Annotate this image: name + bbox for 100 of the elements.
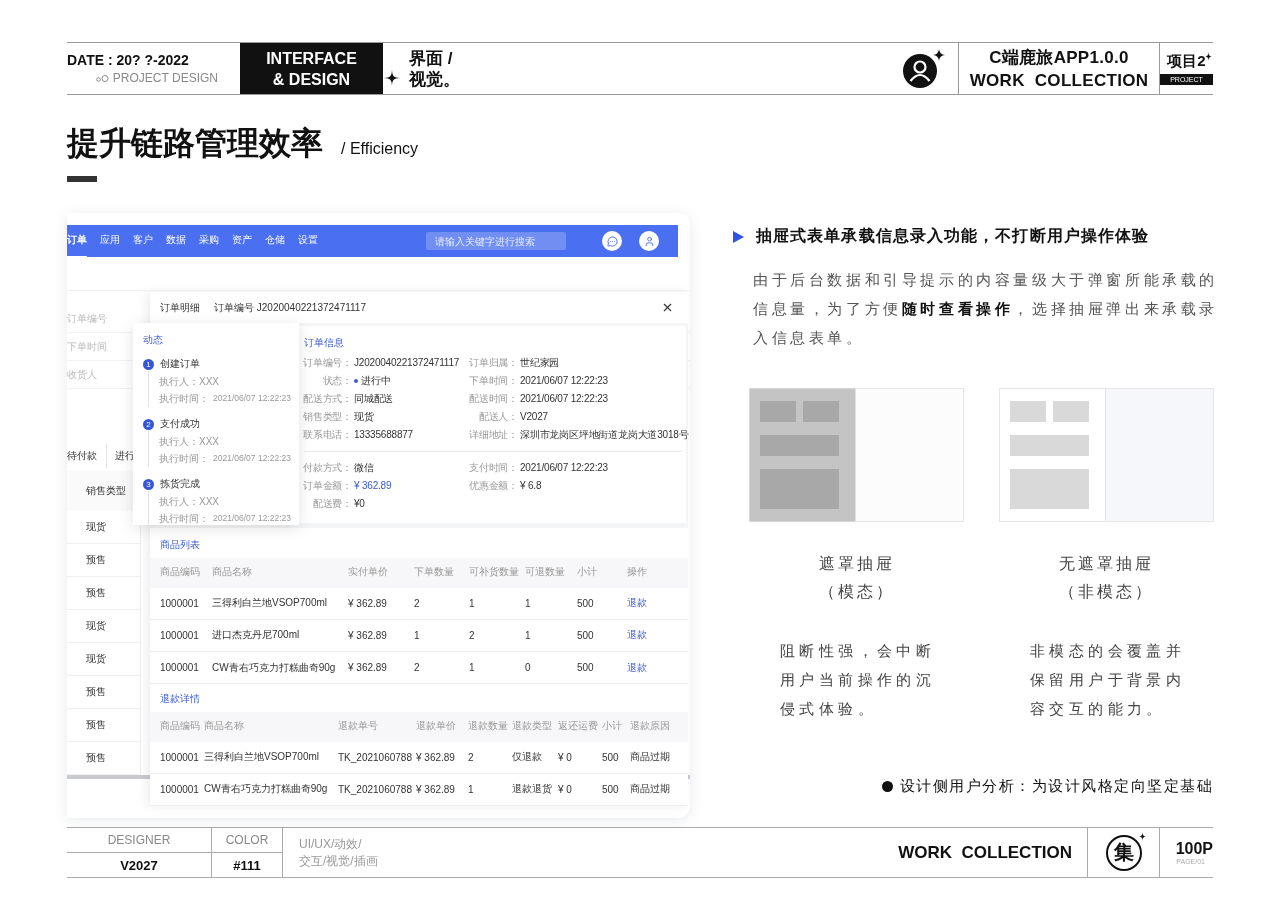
triangle-icon [733, 230, 744, 243]
status-value: 进行中 [354, 372, 466, 391]
option-note: （非模态） [1058, 582, 1155, 602]
tagline-text: 设计侧用户分析：为设计风格定向坚定基础 [899, 777, 1213, 796]
column-header: 商品编码 [160, 719, 201, 734]
option-description: 阻断性强，会中断用户当前操作的沉侵式体验。 [780, 641, 937, 719]
collection-text: WORK COLLECTION [969, 69, 1149, 92]
option-description: 非模态的会覆盖并保留用户于背景内容交互的能力。 [1030, 641, 1187, 719]
time-value: 2021/06/07 12:22:23 [213, 392, 291, 405]
table-cell-text: ¥ 0 [558, 783, 573, 795]
option-title: 遮罩抽屉 [817, 554, 896, 574]
refund-link[interactable]: 退款 [627, 596, 688, 611]
date-text: DATE : 20? ?-2022 [67, 52, 190, 68]
field-label: 配送时间： [468, 392, 518, 407]
page-title: 提升链路管理效率 [67, 124, 323, 163]
table-cell-text: CW青右巧克力打糕曲奇90g [204, 782, 329, 797]
page-count: 100P [1175, 840, 1213, 858]
table-cell: 现货 [67, 610, 141, 643]
column-header: 退款单价 [416, 719, 457, 734]
field-value: 深圳市龙岗区坪地街道龙岗大道3018号 [520, 428, 689, 443]
amount-value: ¥ 362.89 [354, 479, 393, 494]
field-value: ¥0 [354, 497, 366, 512]
field-label: 订单编号： [302, 356, 352, 371]
table-cell-text: 500 [602, 751, 620, 763]
table-cell-text: 仅退款 [512, 750, 543, 765]
collection-text: WORK COLLECTION [898, 842, 1072, 863]
column-header: 退款原因 [630, 719, 671, 734]
table-cell-text: 1000001 [160, 662, 200, 674]
nav-tab[interactable]: 应用 [100, 224, 120, 258]
accent-bar [67, 176, 97, 182]
executor-text: 执行人：XXX [159, 375, 219, 389]
field-value: V2027 [520, 410, 549, 425]
category-text: 界面 / [409, 47, 454, 69]
refund-link[interactable]: 退款 [627, 660, 688, 675]
filter-label: 收货人 [67, 367, 97, 382]
field-value: J2020040221372471117 [354, 356, 461, 371]
table-cell-text: 1 [469, 597, 476, 609]
column-header: 小计 [602, 719, 623, 734]
category-text: 视觉。 [409, 68, 460, 90]
table-cell-text: 500 [577, 662, 595, 674]
chat-button[interactable] [602, 231, 622, 251]
nav-tab[interactable]: 订单 [67, 224, 87, 258]
table-cell-text: 1000001 [160, 629, 200, 641]
column-header: 小计 [577, 565, 598, 580]
badge-text: INTERFACE [266, 48, 357, 69]
time-label: 执行时间： [159, 512, 209, 526]
column-header: 实付单价 [348, 565, 389, 580]
table-cell-text: ¥ 362.89 [348, 597, 388, 609]
step-number: 1 [143, 358, 154, 370]
page-subtitle: / Efficiency [341, 140, 419, 158]
avatar-icon [902, 48, 946, 89]
table-cell-text: 1 [414, 629, 421, 641]
badge-text: & DESIGN [272, 69, 351, 90]
option-title: 无遮罩抽屉 [1058, 554, 1155, 574]
step-name: 拣货完成 [160, 477, 200, 491]
field-value: 微信 [354, 461, 375, 476]
user-button[interactable] [639, 231, 659, 251]
drawer-title: 订单明细 [160, 300, 200, 315]
column-header: 商品名称 [204, 719, 245, 734]
nav-tab[interactable]: 客户 [133, 224, 153, 258]
table-cell-text: ¥ 362.89 [416, 783, 456, 795]
user-icon [643, 235, 655, 247]
time-value: 2021/06/07 12:22:23 [213, 512, 291, 525]
time-label: 执行时间： [159, 392, 209, 406]
status-tab[interactable]: 待付款 [67, 444, 107, 468]
field-label: 付款方式： [302, 461, 352, 476]
field-label: 订单金额： [302, 479, 352, 494]
table-cell-text: TK_2021060788 [338, 751, 413, 763]
table-cell: 现货 [67, 643, 141, 676]
field-label: 联系电话： [302, 428, 352, 443]
skill-tags: 交互/视觉/插画 [299, 853, 378, 870]
field-value: 2021/06/07 12:22:23 [520, 392, 609, 407]
field-label: 支付时间： [468, 461, 518, 476]
step-name: 支付成功 [160, 417, 200, 431]
nav-tab[interactable]: 资产 [232, 224, 252, 258]
table-cell-text: 2 [468, 751, 475, 763]
table-cell-text: 1 [525, 629, 532, 641]
nav-tab[interactable]: 设置 [298, 224, 318, 258]
column-header: 可补货数量 [469, 565, 520, 580]
table-cell-text: 0 [525, 662, 532, 674]
star-icon [384, 70, 400, 86]
table-cell-text: 500 [577, 597, 595, 609]
nav-tab[interactable]: 仓储 [265, 224, 285, 258]
section-title: 订单信息 [304, 336, 344, 351]
table-cell-text: 2 [414, 597, 421, 609]
table-cell-text: 商品过期 [630, 782, 671, 797]
refund-link[interactable]: 退款 [627, 628, 688, 643]
section-title: 退款详情 [160, 692, 200, 707]
column-header: 返还运费 [558, 719, 599, 734]
table-cell-text: 1000001 [160, 597, 200, 609]
column-header: 退款数量 [468, 719, 509, 734]
nav-tab[interactable]: 采购 [199, 224, 219, 258]
popup-title: 动态 [143, 333, 163, 347]
field-label: 销售类型： [302, 410, 352, 425]
table-cell-text: 进口杰克丹尼700ml [212, 628, 301, 643]
nav-tab[interactable]: 数据 [166, 224, 186, 258]
table-cell-text: CW青右巧克力打糕曲奇90g [212, 660, 337, 675]
search-field[interactable]: 请输入关键字进行搜索 [426, 232, 566, 250]
app-name: C端鹿旅APP1.0.0 [989, 46, 1129, 69]
field-label: 订单归属： [468, 356, 518, 371]
